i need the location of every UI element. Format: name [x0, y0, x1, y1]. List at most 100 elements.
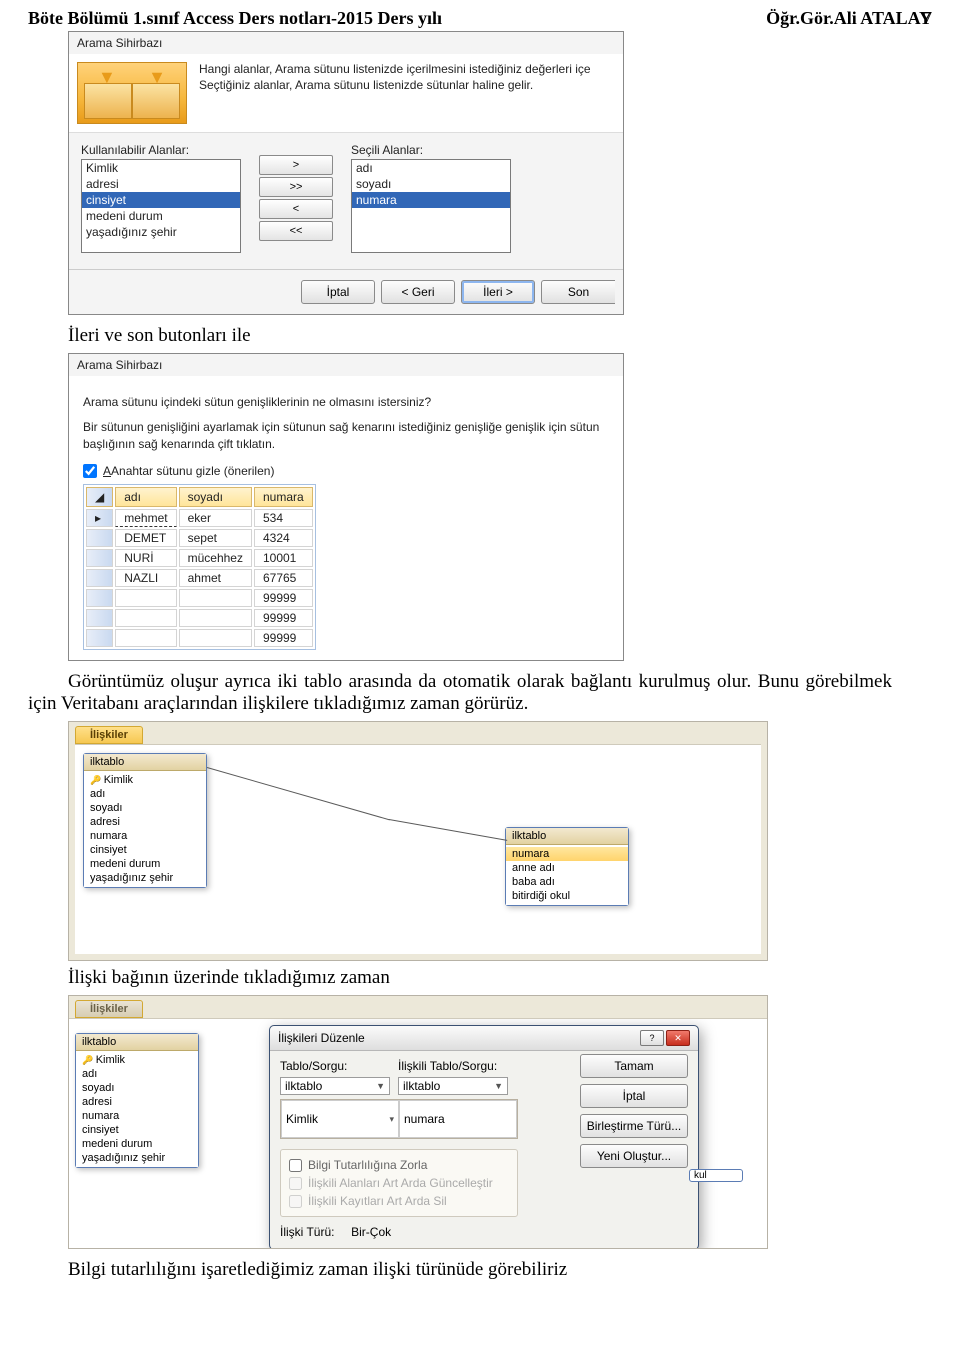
grid-cell[interactable]: sepet — [179, 529, 252, 547]
field-right-combo[interactable]: numara — [399, 1100, 517, 1138]
ok-button[interactable]: Tamam — [580, 1054, 688, 1078]
table-field-item[interactable]: soyadı — [76, 1081, 198, 1095]
relationship-line-1a[interactable] — [207, 767, 390, 820]
grid-column-header[interactable]: numara — [254, 487, 313, 507]
grid-row-selector[interactable] — [86, 549, 113, 567]
grid-cell[interactable]: 67765 — [254, 569, 313, 587]
available-field-item[interactable]: Kimlik — [82, 160, 240, 176]
table-combo-left[interactable]: ilktablo▼ — [280, 1077, 390, 1095]
selected-field-item[interactable]: soyadı — [352, 176, 510, 192]
grid-row-selector[interactable] — [86, 589, 113, 607]
selected-fields-listbox[interactable]: adısoyadınumara — [351, 159, 511, 253]
remove-all-button[interactable]: << — [259, 221, 333, 241]
available-field-item[interactable]: cinsiyet — [82, 192, 240, 208]
grid-cell[interactable] — [115, 609, 176, 627]
close-window-button[interactable]: ✕ — [666, 1030, 690, 1046]
page-number: 7 — [923, 8, 932, 29]
preview-grid[interactable]: ◢adısoyadınumara ▸mehmeteker534 DEMETsepet… — [83, 484, 316, 650]
grid-row-selector[interactable]: ▸ — [86, 509, 113, 527]
grid-cell[interactable]: 99999 — [254, 609, 313, 627]
hide-key-column-input[interactable] — [83, 464, 97, 478]
field-mapping-grid[interactable]: Kimlik▾ numara — [280, 1099, 518, 1139]
available-field-item[interactable]: adresi — [82, 176, 240, 192]
table-field-item[interactable]: soyadı — [84, 801, 206, 815]
table-field-item[interactable]: numara — [76, 1109, 198, 1123]
grid-cell[interactable] — [179, 609, 252, 627]
table-field-item[interactable]: numara — [506, 847, 628, 861]
relationships-window-1: İlişkiler ilktabloKimlikadısoyadıadresin… — [68, 721, 768, 961]
table-field-item[interactable]: bitirdiği okul — [506, 889, 628, 903]
table-field-item[interactable]: medeni durum — [84, 857, 206, 871]
body-text-2: İlişki bağının üzerinde tıkladığımız zam… — [68, 967, 932, 989]
next-button[interactable]: İleri > — [461, 280, 535, 304]
grid-row-selector[interactable] — [86, 629, 113, 647]
table-field-item[interactable]: adresi — [84, 815, 206, 829]
field-left-combo[interactable]: Kimlik▾ — [281, 1100, 399, 1138]
cancel-dialog-button[interactable]: İptal — [580, 1084, 688, 1108]
available-fields-listbox[interactable]: Kimlikadresicinsiyetmedeni durumyaşadığı… — [81, 159, 241, 253]
grid-row-selector[interactable] — [86, 529, 113, 547]
selected-field-item[interactable]: numara — [352, 192, 510, 208]
table-field-item[interactable]: Kimlik — [84, 773, 206, 787]
add-all-button[interactable]: >> — [259, 177, 333, 197]
table-box-left-2[interactable]: ilktabloKimlikadısoyadıadresinumaracinsi… — [75, 1033, 199, 1168]
join-type-button[interactable]: Birleştirme Türü... — [580, 1114, 688, 1138]
table-field-item[interactable]: adı — [84, 787, 206, 801]
grid-column-header[interactable]: soyadı — [179, 487, 252, 507]
grid-cell[interactable]: mücehhez — [179, 549, 252, 567]
grid-cell[interactable] — [115, 589, 176, 607]
grid-corner[interactable]: ◢ — [86, 487, 113, 507]
cascade-delete-checkbox[interactable]: İlişkili Kayıtları Art Arda Sil — [289, 1192, 509, 1210]
table-field-item[interactable]: baba adı — [506, 875, 628, 889]
table-field-item[interactable]: Kimlik — [76, 1053, 198, 1067]
remove-button[interactable]: < — [259, 199, 333, 219]
grid-cell[interactable]: ahmet — [179, 569, 252, 587]
available-field-item[interactable]: medeni durum — [82, 208, 240, 224]
table-field-item[interactable]: cinsiyet — [84, 843, 206, 857]
enforce-integrity-checkbox[interactable]: Bilgi Tutarlılığına Zorla — [289, 1156, 509, 1174]
grid-cell[interactable] — [115, 629, 176, 647]
grid-cell[interactable]: 10001 — [254, 549, 313, 567]
table-box-left[interactable]: ilktabloKimlikadısoyadıadresinumaracinsi… — [83, 753, 207, 888]
add-button[interactable]: > — [259, 155, 333, 175]
relationships-tab[interactable]: İlişkiler — [75, 726, 143, 744]
grid-cell[interactable]: NURİ — [115, 549, 176, 567]
table-field-item[interactable]: medeni durum — [76, 1137, 198, 1151]
grid-cell[interactable] — [179, 589, 252, 607]
grid-row-selector[interactable] — [86, 569, 113, 587]
grid-cell[interactable] — [179, 629, 252, 647]
create-new-button[interactable]: Yeni Oluştur... — [580, 1144, 688, 1168]
help-window-button[interactable]: ? — [640, 1030, 664, 1046]
table-combo-right[interactable]: ilktablo▼ — [398, 1077, 508, 1095]
table-field-item[interactable]: adresi — [76, 1095, 198, 1109]
table-field-item[interactable]: adı — [76, 1067, 198, 1081]
grid-cell[interactable]: DEMET — [115, 529, 176, 547]
grid-cell[interactable]: 4324 — [254, 529, 313, 547]
available-field-item[interactable]: yaşadığınız şehir — [82, 224, 240, 240]
table-field-item[interactable]: yaşadığınız şehir — [84, 871, 206, 885]
table-field-item[interactable]: numara — [84, 829, 206, 843]
back-button[interactable]: < Geri — [381, 280, 455, 304]
grid-cell[interactable]: 99999 — [254, 589, 313, 607]
grid-cell[interactable]: mehmet — [115, 509, 176, 527]
selected-field-item[interactable]: adı — [352, 160, 510, 176]
table-field-item[interactable]: anne adı — [506, 861, 628, 875]
grid-cell[interactable]: eker — [179, 509, 252, 527]
header-left: Böte Bölümü 1.sınıf Access Ders notları-… — [28, 8, 442, 29]
grid-row-selector[interactable] — [86, 609, 113, 627]
grid-cell[interactable]: NAZLI — [115, 569, 176, 587]
table-field-item[interactable]: yaşadığınız şehir — [76, 1151, 198, 1165]
grid-column-header[interactable]: adı — [115, 487, 176, 507]
cascade-update-checkbox[interactable]: İlişkili Alanları Art Arda Güncelleştir — [289, 1174, 509, 1192]
relationship-line-1b[interactable] — [389, 819, 507, 841]
cancel-button[interactable]: İptal — [301, 280, 375, 304]
body-paragraph-1: Görüntümüz oluşur ayrıca iki tablo arası… — [28, 671, 892, 715]
grid-cell[interactable]: 534 — [254, 509, 313, 527]
hide-key-column-checkbox[interactable]: AAnahtar sütunu gizle (önerilen) — [83, 464, 609, 478]
table-field-item[interactable]: cinsiyet — [76, 1123, 198, 1137]
grid-cell[interactable]: 99999 — [254, 629, 313, 647]
partial-table-item: kul — [690, 1170, 742, 1181]
finish-button[interactable]: Son — [541, 280, 615, 304]
table-box-right[interactable]: ilktablonumaraanne adıbaba adıbitirdiği … — [505, 827, 629, 906]
relationships-tab-2[interactable]: İlişkiler — [75, 1000, 143, 1018]
